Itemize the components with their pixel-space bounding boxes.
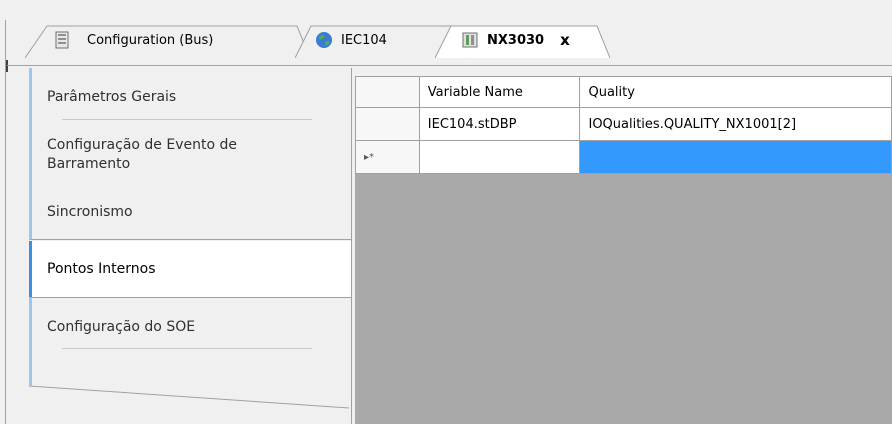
tab-configuration-bus[interactable]: Configuration (Bus): [25, 25, 310, 59]
variable-name-cell[interactable]: IEC104.stDBP: [418, 107, 581, 141]
row-header[interactable]: [355, 107, 420, 141]
variables-table: Variable Name Quality IEC104.stDBP IOQua…: [355, 76, 892, 174]
internal-points-grid: Variable Name Quality IEC104.stDBP IOQua…: [355, 76, 892, 424]
tab-nx3030[interactable]: NX3030 x: [435, 25, 610, 59]
tab-content: NX3030 x: [461, 31, 570, 49]
settings-nav-panel: Parâmetros Gerais Configuração de Evento…: [29, 68, 352, 424]
new-row[interactable]: ▸*: [355, 140, 892, 174]
panel-divider: [351, 68, 352, 424]
sidebar-item-configuracao-evento-barramento[interactable]: Configuração de Evento de Barramento: [29, 126, 351, 184]
window-left-edge: [0, 20, 6, 424]
tab-strip: Configuration (Bus) IEC104 NX3030 x: [7, 21, 892, 67]
tab-label: Configuration (Bus): [87, 32, 214, 48]
tab-strip-baseline: [7, 65, 892, 66]
divider: [62, 119, 312, 120]
sidebar-item-label: Parâmetros Gerais: [47, 89, 177, 105]
tab-label: NX3030: [487, 32, 545, 48]
divider: [62, 348, 312, 349]
cpu-module-icon: [462, 32, 478, 48]
quality-cell-new-selected[interactable]: [579, 140, 892, 174]
table-header-row: Variable Name Quality: [355, 76, 892, 108]
nav-panel-bottom-edge: [29, 354, 350, 409]
sidebar-item-parametros-gerais[interactable]: Parâmetros Gerais: [29, 68, 351, 126]
close-icon[interactable]: x: [560, 31, 570, 49]
sidebar-item-label: Sincronismo: [47, 203, 133, 220]
new-row-marker[interactable]: ▸*: [355, 140, 420, 174]
sidebar-item-pontos-internos[interactable]: Pontos Internos: [29, 241, 352, 297]
tab-content: Configuration (Bus): [53, 31, 213, 49]
sidebar-item-label: Configuração do SOE: [47, 318, 196, 335]
sidebar-item-label: Pontos Internos: [47, 261, 156, 277]
tab-label: IEC104: [341, 32, 387, 48]
bus-config-icon: [55, 31, 69, 49]
editor-window: Configuration (Bus) IEC104 NX3030 x Parâ…: [0, 0, 892, 424]
table-row[interactable]: IEC104.stDBP IOQualities.QUALITY_NX1001[…: [355, 107, 892, 141]
sidebar-item-configuracao-soe[interactable]: Configuração do SOE: [29, 297, 351, 355]
variable-name-cell-new[interactable]: [418, 140, 581, 174]
sidebar-item-sincronismo[interactable]: Sincronismo: [29, 184, 351, 240]
column-header-quality[interactable]: Quality: [579, 76, 892, 108]
column-header-variable-name[interactable]: Variable Name: [418, 76, 581, 108]
sidebar-item-label: Configuração de Evento de Barramento: [47, 137, 237, 172]
tab-content: IEC104: [315, 31, 387, 49]
quality-cell[interactable]: IOQualities.QUALITY_NX1001[2]: [579, 107, 892, 141]
globe-network-icon: [316, 32, 332, 48]
row-header-corner: [355, 76, 420, 108]
